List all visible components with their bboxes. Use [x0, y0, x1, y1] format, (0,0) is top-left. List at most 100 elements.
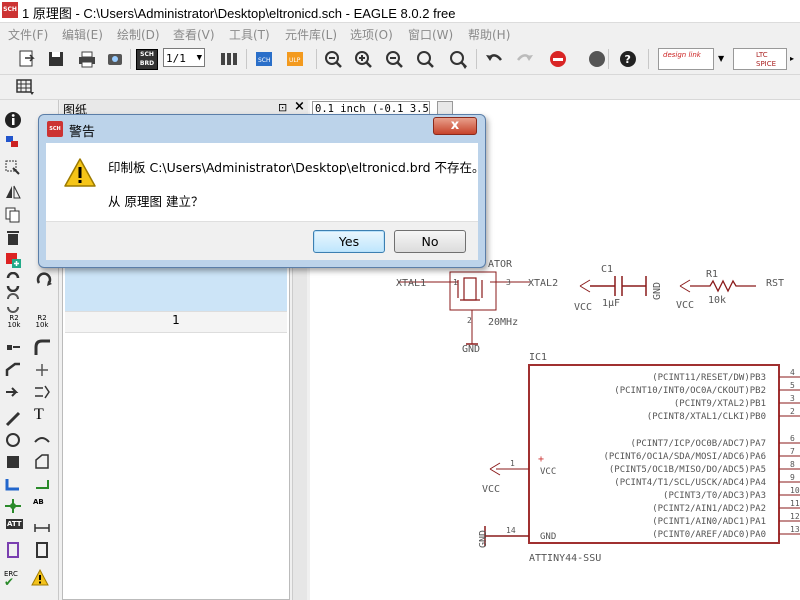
chevron-right-icon[interactable]: ▸ [790, 54, 794, 63]
print-icon[interactable] [76, 48, 98, 70]
arc-icon[interactable] [32, 430, 52, 450]
select-icon[interactable] [3, 158, 23, 178]
dialog-question: 从 原理图 建立？ [108, 194, 204, 209]
ic1-pin-number: 7 [790, 447, 795, 456]
attribute-tool[interactable]: ATT [6, 519, 23, 529]
go-icon[interactable] [586, 48, 608, 70]
cam-icon[interactable] [104, 48, 126, 70]
split-icon[interactable] [3, 360, 23, 380]
ic1-pin-label: (PCINT11/RESET/DW)PB3 [652, 373, 766, 383]
menu-bar: 文件(F) 编辑(E) 绘制(D) 查看(V) 工具(T) 元件库(L) 选项(… [0, 23, 800, 43]
wire-icon[interactable] [3, 408, 23, 428]
menu-view[interactable]: 查看(V) [173, 26, 215, 43]
zoom-fit-icon[interactable] [322, 48, 344, 70]
yes-button[interactable]: Yes [313, 230, 385, 253]
dialog-titlebar[interactable]: SCH 警告 x [39, 115, 485, 143]
ic1-pin-number: 6 [790, 434, 795, 443]
secondary-toolbar [0, 75, 800, 100]
rst-net-label: RST [766, 278, 784, 289]
chevron-down-icon[interactable]: ▼ [718, 54, 724, 63]
value-tool-sublabel: 10k [7, 321, 21, 329]
ic1-pin-label: (PCINT10/INT0/OC0A/CKOUT)PB2 [614, 386, 766, 396]
capacitor-c1-symbol[interactable] [579, 276, 647, 296]
ic1-pin-number: 5 [790, 381, 795, 390]
redo-icon[interactable] [514, 48, 536, 70]
ic1-pin-number: 10 [790, 486, 800, 495]
circle-icon[interactable] [3, 430, 23, 450]
ic1-pin-label: (PCINT4/T1/SCL/USCK/ADC4)PA4 [614, 478, 766, 488]
name-tool[interactable]: R2 10k [33, 315, 51, 329]
erc-tool[interactable]: ERC ✔ [4, 570, 18, 588]
mirror-icon[interactable] [3, 182, 23, 202]
move-icon[interactable] [32, 360, 52, 380]
menu-edit[interactable]: 编辑(E) [62, 26, 103, 43]
ulp-icon[interactable]: ULP [285, 48, 307, 70]
menu-tools[interactable]: 工具(T) [229, 26, 270, 43]
gate-swap-icon[interactable] [32, 382, 52, 402]
resonator-label: ATOR [488, 259, 513, 270]
schematic-icon[interactable]: SCH [254, 48, 276, 70]
sheet-number[interactable]: 1 [65, 313, 287, 327]
ltc-spice-button[interactable]: LTC SPICE [733, 48, 787, 70]
info-icon[interactable] [3, 110, 23, 130]
errors-warning-icon[interactable] [30, 568, 50, 588]
dimension-icon[interactable] [32, 518, 52, 538]
smash-icon[interactable] [3, 337, 23, 357]
ic1-label: IC1 [529, 352, 547, 363]
miter-icon[interactable] [32, 337, 52, 357]
cam-processor-icon[interactable] [218, 48, 240, 70]
menu-window[interactable]: 窗口(W) [408, 26, 453, 43]
delete-icon[interactable] [3, 228, 23, 248]
sch-brd-switch-button[interactable]: SCH BRD [136, 49, 158, 70]
invoke-icon[interactable] [3, 382, 23, 402]
zoom-out-icon[interactable] [383, 48, 405, 70]
zoom-select-icon[interactable] [447, 48, 469, 70]
rect-icon[interactable] [3, 452, 23, 472]
replace-icon[interactable] [3, 293, 23, 313]
ic1-pin-label: (PCINT9/XTAL2)PB1 [674, 399, 766, 409]
menu-file[interactable]: 文件(F) [8, 26, 48, 43]
undo-icon[interactable] [483, 48, 505, 70]
add-part-icon[interactable] [3, 250, 23, 270]
toolbar-separator [130, 49, 131, 69]
net-icon[interactable] [32, 474, 52, 494]
frame-icon[interactable] [3, 540, 23, 560]
rotate-icon[interactable] [34, 270, 54, 290]
r1-label: R1 [706, 269, 718, 280]
design-link-button[interactable]: design link [658, 48, 714, 70]
copy-icon[interactable] [3, 205, 23, 225]
zoom-in-icon[interactable] [352, 48, 374, 70]
hole-icon[interactable] [32, 540, 52, 560]
junction-icon[interactable] [3, 496, 23, 516]
ltc-spice-label: LTC SPICE [756, 51, 777, 68]
toolbar-separator [608, 49, 609, 69]
undock-icon[interactable]: ⊡ [278, 101, 287, 114]
bus-icon[interactable] [3, 474, 23, 494]
name-tool-sublabel: 10k [35, 321, 49, 329]
resistor-r1-symbol[interactable] [679, 279, 756, 293]
design-link-label: design link [663, 51, 701, 59]
swap-icon[interactable] [3, 271, 23, 293]
close-icon[interactable]: × [294, 99, 305, 114]
sheet-select[interactable]: 1/1 ▼ [163, 48, 205, 67]
open-icon[interactable] [16, 48, 38, 70]
help-icon[interactable]: ? [617, 48, 639, 70]
save-icon[interactable] [45, 48, 67, 70]
value-tool[interactable]: R2 10k [5, 315, 23, 329]
svg-text:?: ? [625, 53, 631, 66]
no-button[interactable]: No [394, 230, 466, 253]
resonator-gnd-label: GND [462, 344, 480, 355]
dialog-close-button[interactable]: x [433, 117, 477, 135]
grid-icon[interactable] [16, 78, 36, 96]
menu-library[interactable]: 元件库(L) [285, 26, 337, 43]
c1-gnd-label: GND [652, 282, 663, 300]
menu-help[interactable]: 帮助(H) [468, 26, 510, 43]
menu-draw[interactable]: 绘制(D) [117, 26, 160, 43]
text-tool[interactable]: T [34, 406, 44, 424]
layer-display-icon[interactable] [3, 132, 23, 152]
stop-icon[interactable] [547, 48, 569, 70]
menu-options[interactable]: 选项(O) [350, 26, 393, 43]
label-tool[interactable]: AB [33, 498, 44, 506]
polygon-icon[interactable] [32, 452, 52, 472]
zoom-redraw-icon[interactable] [414, 48, 436, 70]
